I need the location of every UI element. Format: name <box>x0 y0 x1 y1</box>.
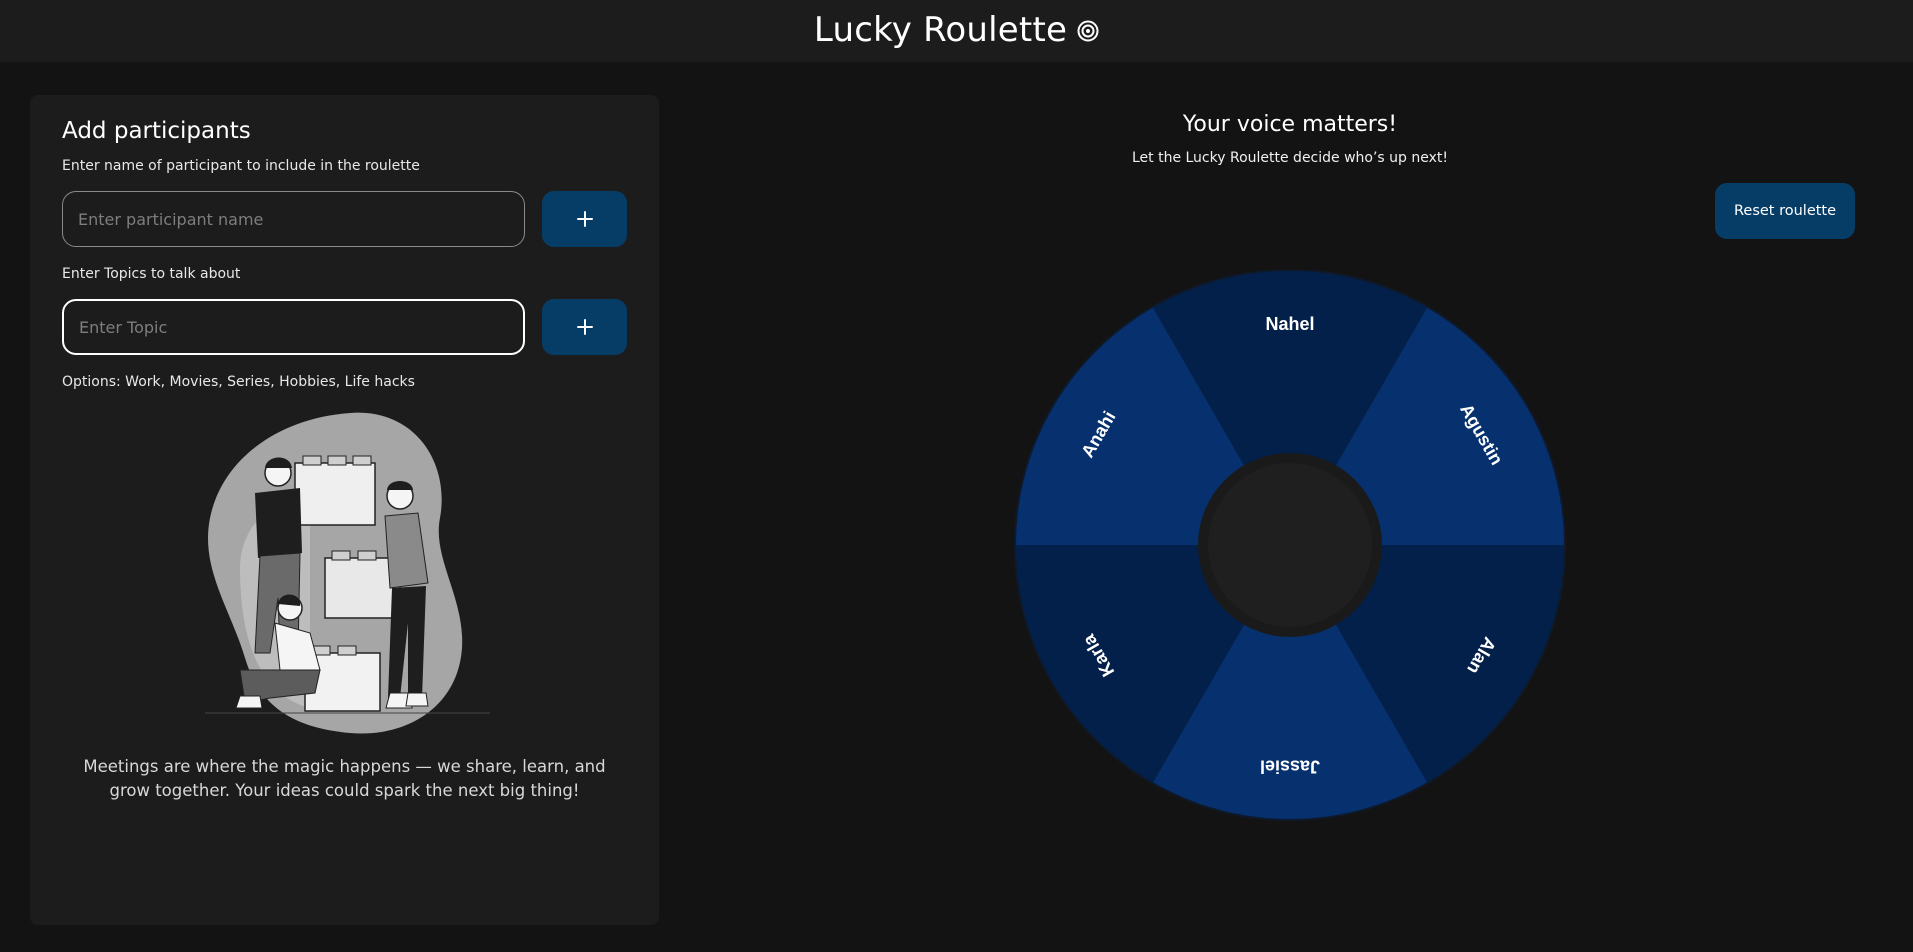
top-bar: Lucky Roulette <box>0 0 1913 62</box>
add-participant-button[interactable] <box>542 191 627 247</box>
topic-options-text: Options: Work, Movies, Series, Hobbies, … <box>62 374 415 390</box>
motivational-quote: Meetings are where the magic happens — w… <box>83 757 606 800</box>
topic-field-label: Enter Topics to talk about <box>62 266 241 282</box>
topic-input[interactable] <box>62 299 525 355</box>
target-icon <box>1077 20 1099 42</box>
wheel-participant-label: Nahel <box>1265 314 1314 334</box>
app-title: Lucky Roulette <box>814 10 1099 50</box>
reset-roulette-button[interactable]: Reset roulette <box>1715 183 1855 239</box>
plus-icon <box>576 211 593 227</box>
plus-icon <box>576 319 593 335</box>
roulette-wheel[interactable]: NahelAgustinAlanJassielKarlaAnahi <box>1010 270 1570 830</box>
wheel-participant-label: Jassiel <box>1260 756 1320 776</box>
main-heading: Your voice matters! <box>1182 112 1398 137</box>
people-stacking-boxes-illustration <box>205 412 490 734</box>
app-title-text: Lucky Roulette <box>813 10 1068 50</box>
add-topic-button[interactable] <box>542 299 627 355</box>
participant-name-input[interactable] <box>62 191 525 247</box>
wheel-hub[interactable] <box>1208 463 1372 627</box>
panel-title: Add participants <box>62 118 251 144</box>
participant-field-label: Enter name of participant to include in … <box>62 158 420 174</box>
main-subheading: Let the Lucky Roulette decide who’s up n… <box>1131 150 1449 166</box>
